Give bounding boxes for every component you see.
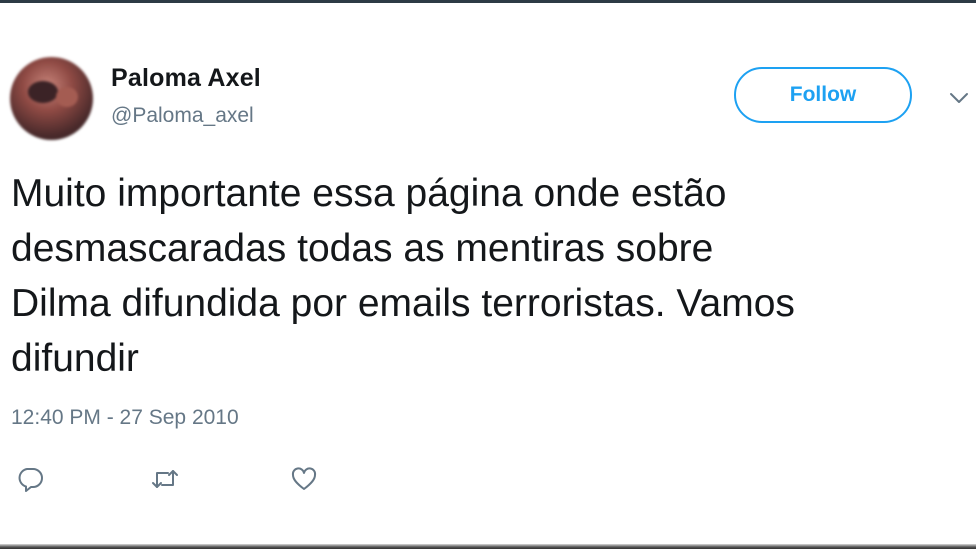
top-border bbox=[0, 0, 976, 3]
retweet-icon[interactable] bbox=[150, 464, 180, 494]
heart-icon[interactable] bbox=[289, 464, 319, 494]
reply-icon[interactable] bbox=[15, 464, 45, 494]
chevron-down-icon[interactable] bbox=[947, 86, 971, 110]
tweet-timestamp[interactable]: 12:40 PM - 27 Sep 2010 bbox=[11, 406, 239, 430]
avatar[interactable] bbox=[10, 57, 93, 140]
follow-button[interactable]: Follow bbox=[734, 67, 912, 123]
user-handle[interactable]: @Paloma_axel bbox=[111, 104, 254, 128]
tweet-text: Muito importante essa página onde estão … bbox=[11, 172, 795, 380]
display-name[interactable]: Paloma Axel bbox=[111, 64, 261, 93]
bottom-divider bbox=[0, 544, 976, 549]
